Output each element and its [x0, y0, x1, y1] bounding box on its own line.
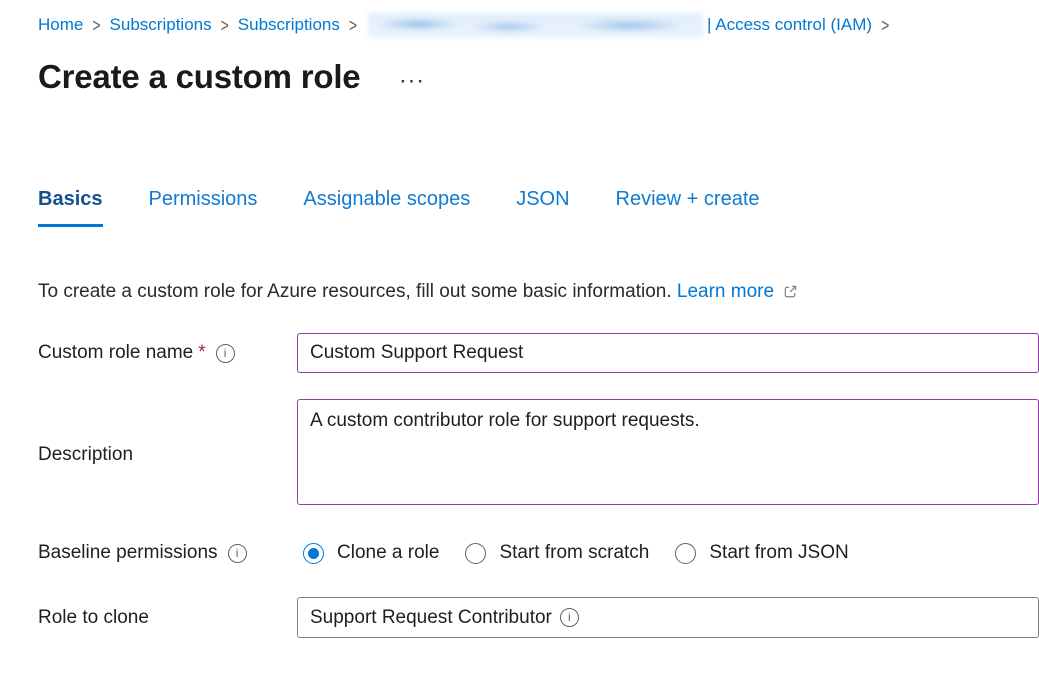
breadcrumb-access-control-link[interactable]: | Access control (IAM): [707, 12, 872, 38]
radio-start-from-json-label: Start from JSON: [709, 542, 848, 564]
breadcrumb-home-link[interactable]: Home: [38, 12, 83, 38]
description-label-cell: Description: [38, 444, 297, 466]
radio-selected-icon: [303, 543, 324, 564]
baseline-permissions-label-cell: Baseline permissions i: [38, 542, 297, 564]
info-icon[interactable]: i: [228, 544, 247, 563]
page-title: Create a custom role: [38, 58, 360, 96]
breadcrumb-subscriptions-link-2[interactable]: Subscriptions: [238, 12, 340, 38]
role-to-clone-label: Role to clone: [38, 607, 149, 629]
description-label: Description: [38, 444, 133, 466]
radio-clone-a-role[interactable]: Clone a role: [303, 542, 439, 564]
required-asterisk: *: [198, 342, 205, 364]
info-icon[interactable]: i: [560, 608, 579, 627]
chevron-right-icon: >: [221, 8, 229, 42]
baseline-permissions-row: Baseline permissions i Clone a role Star…: [38, 542, 1039, 564]
radio-start-from-scratch-label: Start from scratch: [499, 542, 649, 564]
chevron-right-icon: >: [349, 8, 357, 42]
custom-role-name-label: Custom role name: [38, 342, 193, 364]
role-to-clone-value: Support Request Contributor: [310, 607, 552, 629]
role-to-clone-row: Role to clone Support Request Contributo…: [38, 597, 1039, 638]
external-link-icon: [783, 284, 798, 299]
baseline-permissions-label: Baseline permissions: [38, 542, 218, 564]
radio-unselected-icon: [465, 543, 486, 564]
custom-role-name-row: Custom role name * i: [38, 333, 1039, 373]
tab-assignable-scopes[interactable]: Assignable scopes: [303, 188, 470, 227]
description-field-cell: A custom contributor role for support re…: [297, 399, 1039, 510]
radio-unselected-icon: [675, 543, 696, 564]
tab-json[interactable]: JSON: [516, 188, 569, 227]
learn-more-link[interactable]: Learn more: [677, 281, 774, 302]
chevron-right-icon: >: [92, 8, 100, 42]
tab-basics[interactable]: Basics: [38, 188, 103, 227]
custom-role-name-label-cell: Custom role name * i: [38, 342, 297, 364]
radio-start-from-scratch[interactable]: Start from scratch: [465, 542, 649, 564]
redacted-subscription-name: [368, 13, 703, 38]
description-textarea[interactable]: A custom contributor role for support re…: [297, 399, 1039, 505]
radio-start-from-json[interactable]: Start from JSON: [675, 542, 848, 564]
tab-bar: Basics Permissions Assignable scopes JSO…: [38, 188, 1039, 227]
breadcrumb: Home > Subscriptions > Subscriptions > |…: [38, 0, 1039, 38]
role-to-clone-field-cell: Support Request Contributor i: [297, 597, 1039, 638]
intro-paragraph: To create a custom role for Azure resour…: [38, 281, 1039, 303]
info-icon[interactable]: i: [216, 344, 235, 363]
radio-clone-a-role-label: Clone a role: [337, 542, 439, 564]
intro-text: To create a custom role for Azure resour…: [38, 281, 672, 302]
role-to-clone-label-cell: Role to clone: [38, 607, 297, 629]
custom-role-name-field-cell: [297, 333, 1039, 373]
tab-review-create[interactable]: Review + create: [616, 188, 760, 227]
description-row: Description A custom contributor role fo…: [38, 399, 1039, 510]
role-to-clone-dropdown[interactable]: Support Request Contributor i: [297, 597, 1039, 638]
tab-permissions[interactable]: Permissions: [149, 188, 258, 227]
title-row: Create a custom role ···: [38, 58, 1039, 96]
breadcrumb-subscriptions-link[interactable]: Subscriptions: [110, 12, 212, 38]
create-custom-role-page: Home > Subscriptions > Subscriptions > |…: [0, 0, 1039, 686]
chevron-right-icon: >: [881, 8, 889, 42]
baseline-permissions-radio-group: Clone a role Start from scratch Start fr…: [297, 542, 1039, 564]
more-options-icon[interactable]: ···: [400, 65, 426, 90]
custom-role-name-input[interactable]: [297, 333, 1039, 373]
